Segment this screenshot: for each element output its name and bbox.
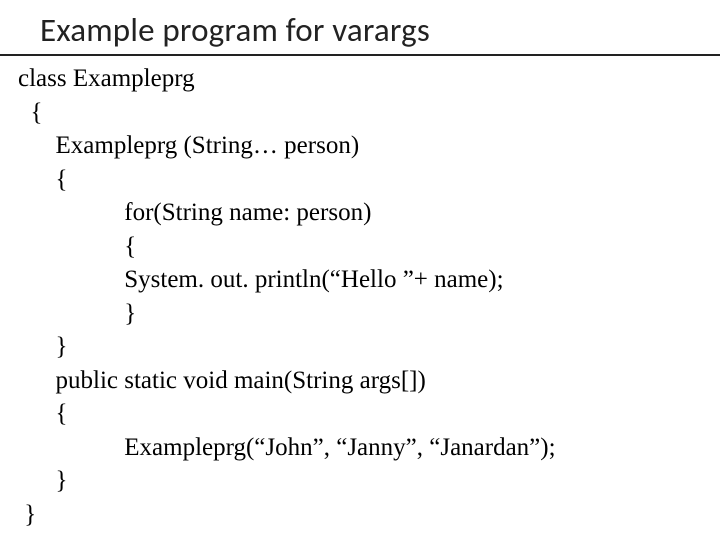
- slide-title: Example program for varargs: [40, 10, 720, 50]
- title-underline: [0, 54, 720, 56]
- code-block: class Exampleprg { Exampleprg (String… p…: [18, 62, 720, 531]
- slide: Example program for varargs class Exampl…: [0, 0, 720, 540]
